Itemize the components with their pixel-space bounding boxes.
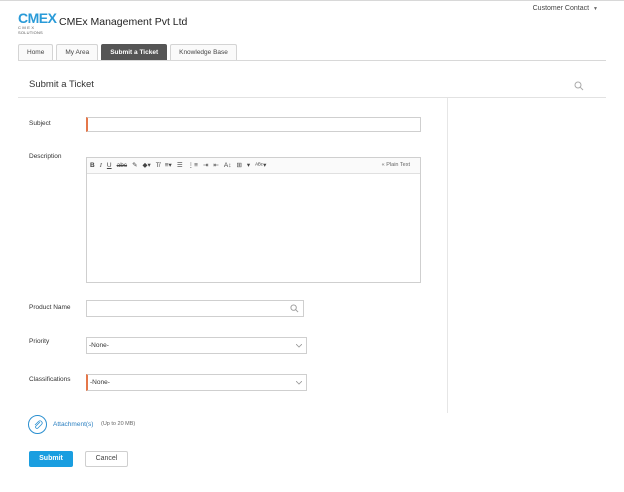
description-editor: B I U abc ✎ ◆▾ T̸ ≡▾ ☰ ⋮≡ ⇥ ⇤ A↕ ⊞ ▾ ᴬᴮᶜ… [86, 157, 421, 283]
company-name: CMEx Management Pvt Ltd [59, 16, 188, 28]
product-name-label: Product Name [29, 304, 71, 311]
tab-knowledge-base[interactable]: Knowledge Base [170, 44, 237, 60]
indent-icon[interactable]: ⇥ [203, 158, 208, 174]
chevron-down-icon [296, 381, 302, 385]
underline-button[interactable]: U [107, 158, 112, 174]
submit-button[interactable]: Submit [29, 451, 73, 467]
priority-select[interactable]: -None- [86, 337, 307, 354]
insert-icon[interactable]: ▾ [247, 158, 250, 174]
paperclip-icon [34, 420, 43, 429]
priority-value: -None- [89, 342, 109, 349]
clear-format-icon[interactable]: T̸ [156, 158, 160, 174]
subject-label: Subject [29, 120, 51, 127]
company-logo[interactable]: CMEX C M E X SOLUTIONS [18, 11, 57, 35]
top-border [0, 0, 624, 1]
nav-tabs: Home My Area Submit a Ticket Knowledge B… [18, 44, 240, 60]
tab-my-area[interactable]: My Area [56, 44, 99, 60]
logo-subtext: C M E X SOLUTIONS [18, 25, 43, 35]
tab-submit-ticket[interactable]: Submit a Ticket [101, 44, 168, 60]
user-menu[interactable]: Customer Contact ▼ [533, 5, 598, 12]
user-menu-label: Customer Contact [532, 5, 590, 12]
cancel-button[interactable]: Cancel [85, 451, 128, 467]
font-color-icon[interactable]: ✎ [132, 158, 137, 174]
background-color-icon[interactable]: ◆▾ [143, 158, 151, 174]
priority-label: Priority [29, 338, 50, 345]
page-title: Submit a Ticket [29, 79, 94, 90]
outdent-icon[interactable]: ⇤ [213, 158, 218, 174]
bullet-list-icon[interactable]: ☰ [177, 158, 183, 174]
classifications-label: Classifications [29, 376, 71, 383]
product-name-field[interactable] [86, 300, 304, 317]
align-icon[interactable]: ≡▾ [165, 158, 172, 174]
font-size-icon[interactable]: A↕ [224, 158, 232, 174]
plain-text-toggle[interactable]: « Plain Text [382, 162, 410, 168]
search-icon[interactable] [290, 304, 299, 313]
attachment-button[interactable] [28, 415, 47, 434]
spell-check-icon[interactable]: ᴬᴮᶜ▾ [255, 158, 266, 174]
caret-down-icon: ▼ [593, 6, 598, 12]
description-label: Description [29, 153, 62, 160]
numbered-list-icon[interactable]: ⋮≡ [188, 158, 198, 174]
title-divider [18, 97, 606, 98]
logo-text: CMEX [18, 10, 57, 26]
tab-home[interactable]: Home [18, 44, 54, 60]
bold-button[interactable]: B [90, 158, 95, 174]
editor-toolbar: B I U abc ✎ ◆▾ T̸ ≡▾ ☰ ⋮≡ ⇥ ⇤ A↕ ⊞ ▾ ᴬᴮᶜ… [87, 158, 420, 174]
chevron-down-icon [296, 344, 302, 348]
classifications-select[interactable]: -None- [86, 374, 307, 391]
attachment-link[interactable]: Attachment(s) [53, 421, 93, 428]
sidebar-divider [447, 98, 448, 413]
classifications-value: -None- [90, 379, 110, 386]
italic-button[interactable]: I [100, 158, 102, 174]
attachment-size-note: (Up to 20 MB) [101, 421, 136, 427]
subject-input[interactable] [86, 117, 421, 132]
table-icon[interactable]: ⊞ [236, 158, 241, 174]
strikethrough-button[interactable]: abc [117, 158, 127, 174]
tab-divider [18, 60, 606, 61]
search-icon[interactable] [574, 81, 584, 91]
